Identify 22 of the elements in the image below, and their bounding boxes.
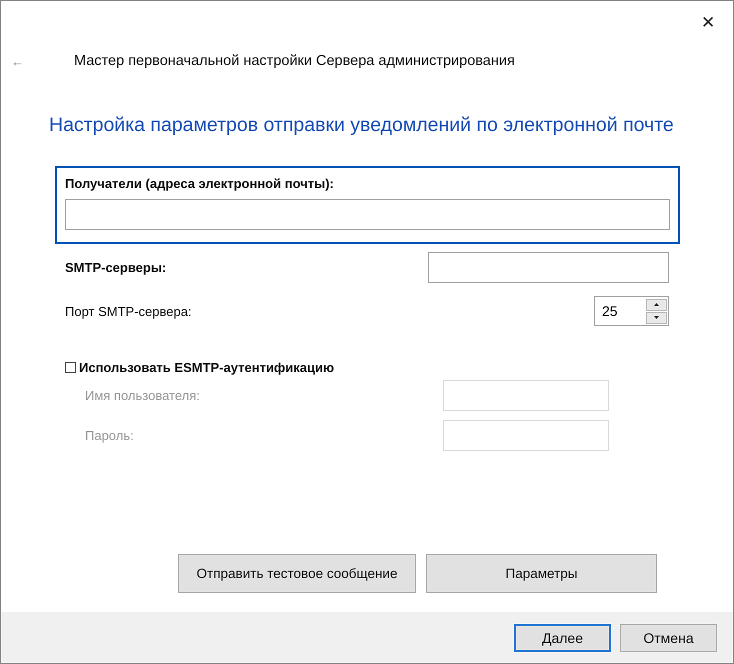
- field-label: SMTP-серверы:: [65, 260, 166, 275]
- spin-down-button[interactable]: [646, 312, 667, 324]
- down-arrow-icon: [654, 316, 659, 319]
- action-button[interactable]: Отправить тестовое сообщение: [178, 554, 416, 593]
- field-label: Пароль:: [85, 428, 134, 443]
- close-button[interactable]: ✕: [693, 9, 723, 35]
- input-field[interactable]: [65, 199, 670, 230]
- checkbox-label: Использовать ESMTP-аутентификацию: [79, 360, 334, 375]
- field-label: Получатели (адреса электронной почты):: [65, 176, 335, 191]
- number-spinner[interactable]: 25: [594, 296, 669, 326]
- field-label: Имя пользователя:: [85, 388, 200, 403]
- page-heading: Настройка параметров отправки уведомлений по электронной почте: [49, 114, 675, 137]
- footer-button[interactable]: Отмена: [620, 624, 717, 652]
- up-arrow-icon: [654, 303, 659, 306]
- action-button[interactable]: Параметры: [426, 554, 657, 593]
- window-title: Мастер первоначальной настройки Сервера администрирования: [74, 53, 515, 69]
- spin-up-button[interactable]: [646, 298, 667, 310]
- field-label: Порт SMTP-сервера:: [65, 304, 192, 318]
- footer-button[interactable]: Далее: [514, 624, 611, 652]
- checkbox[interactable]: [65, 362, 76, 373]
- back-arrow[interactable]: ←: [11, 54, 64, 68]
- input-field[interactable]: [428, 252, 669, 283]
